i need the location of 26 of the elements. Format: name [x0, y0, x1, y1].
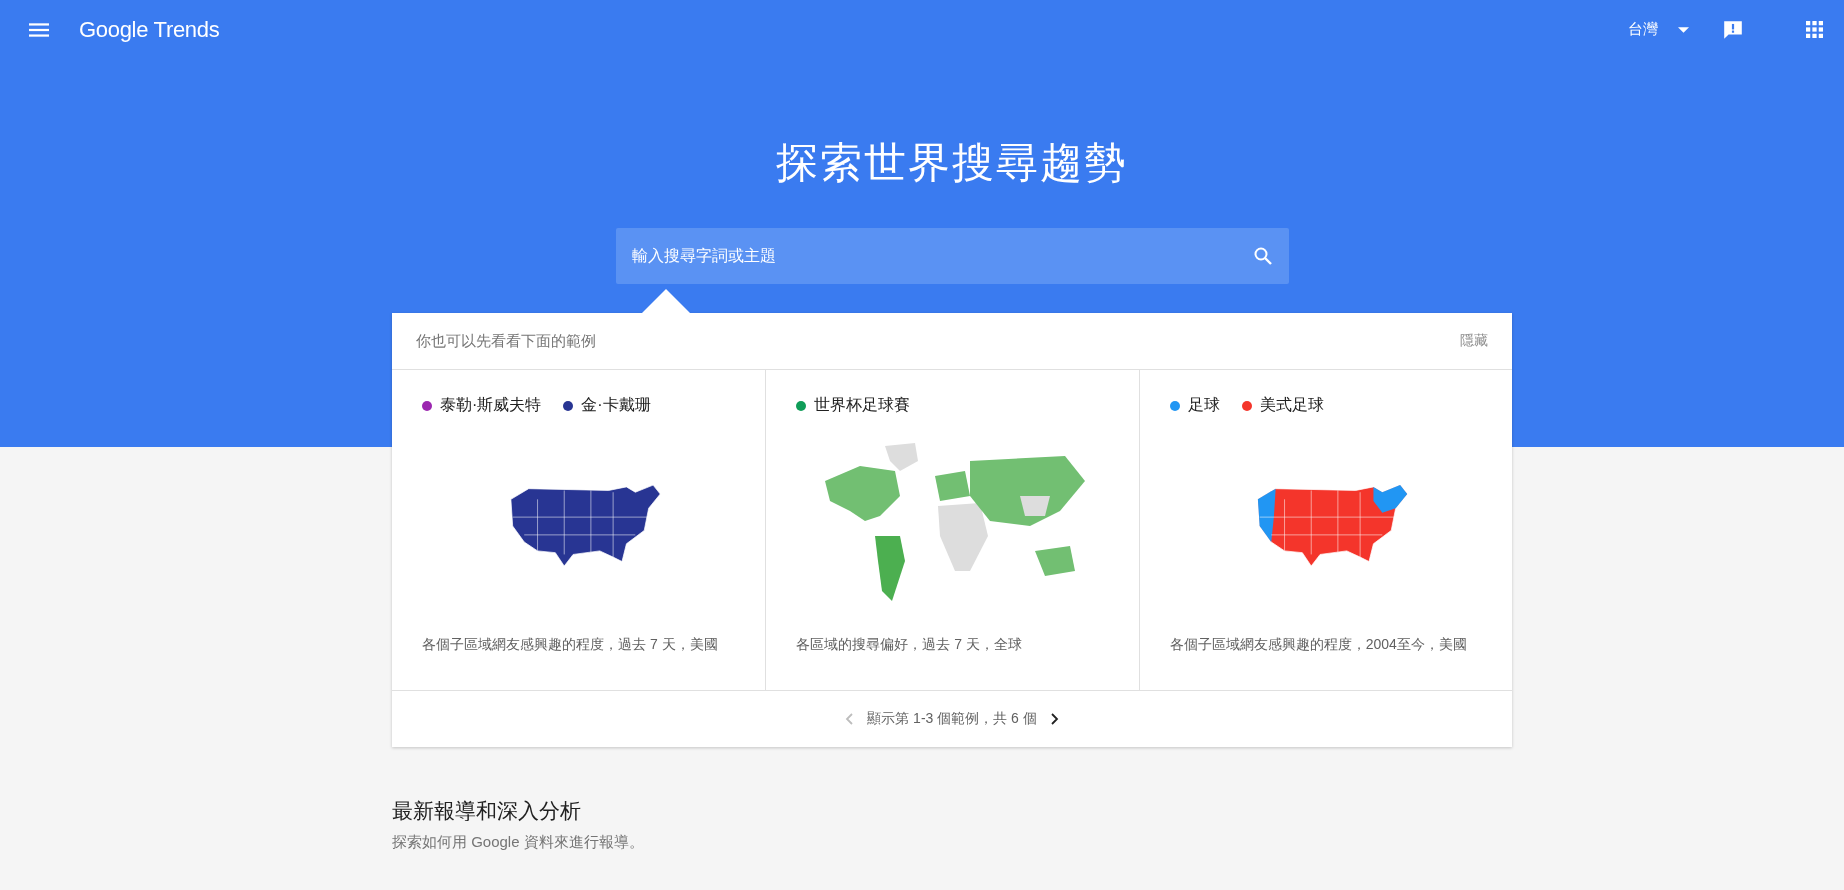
pager-text: 顯示第 1-3 個範例，共 6 個	[867, 710, 1037, 728]
feedback-icon[interactable]	[1722, 18, 1744, 41]
page-title: 探索世界搜尋趨勢	[776, 138, 1128, 188]
term-label: 世界杯足球賽	[814, 395, 911, 415]
term-label: 足球	[1187, 395, 1220, 415]
example-panel[interactable]: 世界杯足球賽 各區域的搜尋偏好，過去 7 天，全球	[765, 370, 1139, 690]
example-panel[interactable]: 足球 美式足球 各個子區域網友感興趣的程度，2004至今，美國	[1138, 370, 1512, 690]
examples-intro: 你也可以先看看下面的範例	[416, 331, 596, 351]
next-icon[interactable]	[1050, 713, 1059, 725]
example-caption: 各區域的搜尋偏好，過去 7 天，全球	[796, 636, 1023, 654]
caret-icon	[1678, 26, 1689, 33]
term-label: 美式足球	[1259, 395, 1324, 415]
term-label: 泰勒·斯威夫特	[440, 395, 542, 415]
hide-link[interactable]: 隱藏	[1460, 332, 1488, 350]
search-field[interactable]: 輸入搜尋字詞或主題	[615, 228, 1289, 284]
region-dropdown[interactable]: 台灣	[1624, 16, 1693, 43]
example-caption: 各個子區域網友感興趣的程度，2004至今，美國	[1169, 636, 1468, 654]
section-subtitle: 探索如何用 Google 資料來進行報導。	[392, 833, 645, 852]
example-panel[interactable]: 泰勒·斯威夫特 金·卡戴珊 各個子區域網友感興趣的程度，過去 7 天，美國	[392, 370, 766, 690]
example-caption: 各個子區域網友感興趣的程度，過去 7 天，美國	[422, 636, 719, 654]
menu-icon[interactable]	[29, 22, 49, 37]
term-label: 金·卡戴珊	[581, 395, 651, 415]
search-icon[interactable]	[1252, 246, 1273, 266]
logo[interactable]: Google Trends	[79, 16, 220, 43]
apps-icon[interactable]	[1806, 21, 1823, 38]
section-heading: 最新報導和深入分析	[392, 798, 582, 824]
